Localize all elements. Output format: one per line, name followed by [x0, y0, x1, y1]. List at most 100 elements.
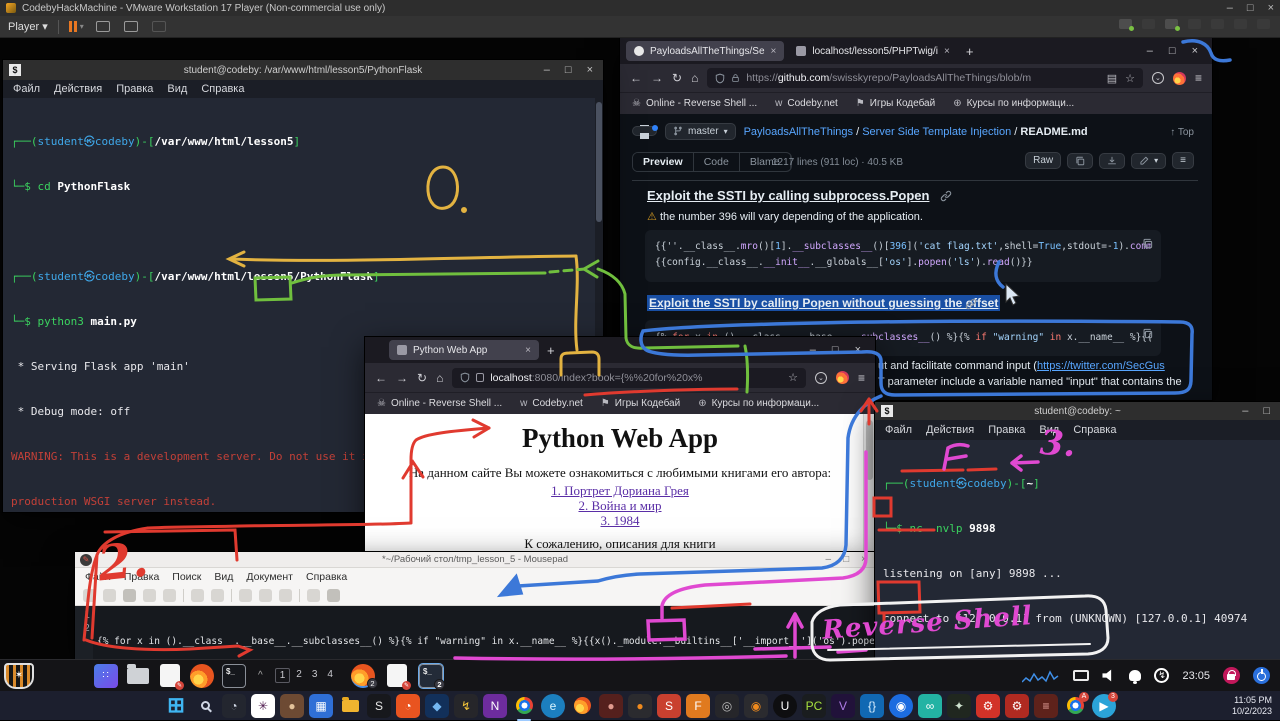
app-automation[interactable]: ↯ [454, 694, 478, 718]
window-minimize-button[interactable]: – [544, 64, 550, 76]
link-icon[interactable] [940, 190, 952, 202]
window-close-button[interactable]: × [861, 554, 867, 565]
window-maximize-button[interactable]: □ [565, 64, 572, 76]
copy-icon[interactable] [1142, 328, 1153, 339]
sidebar-toggle-button[interactable] [632, 126, 657, 136]
pause-dropdown-icon[interactable]: ▾ [80, 22, 84, 31]
power-manager-icon[interactable]: ↯ [1154, 668, 1169, 683]
sublime-text[interactable]: S [657, 694, 681, 718]
volume-icon[interactable] [1102, 669, 1116, 683]
menu-item[interactable]: Правка [124, 571, 159, 583]
forward-icon[interactable]: → [396, 371, 408, 385]
view-tab[interactable]: Code [694, 153, 740, 171]
bookmark-item[interactable]: ⚑Игры Кодебай [856, 98, 935, 109]
bookmark-item[interactable]: ⊕Курсы по информаци... [698, 398, 819, 409]
app-stripes[interactable]: ≡ [1034, 694, 1058, 718]
app-f[interactable]: F [686, 694, 710, 718]
new-file-icon[interactable] [83, 589, 96, 602]
bookmark-star-icon[interactable]: ☆ [1125, 72, 1135, 85]
visual-studio[interactable]: V [831, 694, 855, 718]
new-tab-button[interactable]: + [547, 343, 555, 358]
window-titlebar[interactable]: $ student@codeby: /var/www/html/lesson5/… [3, 60, 603, 80]
tab-close-icon[interactable]: × [771, 46, 777, 57]
link-icon[interactable] [965, 298, 977, 310]
edge[interactable]: e [541, 694, 565, 718]
window-close-button[interactable]: × [1192, 45, 1198, 57]
open-file-icon[interactable] [103, 589, 116, 602]
lock-screen-icon[interactable] [1223, 667, 1240, 684]
app-menu-icon[interactable]: ≡ [858, 371, 865, 385]
paste-icon[interactable] [279, 589, 292, 602]
cd-device-icon[interactable] [1142, 19, 1155, 29]
view-tab[interactable]: Preview [633, 153, 694, 171]
bookmark-item[interactable]: ☠Online - Reverse Shell ... [632, 98, 757, 109]
send-ctrl-alt-del-button[interactable] [96, 21, 110, 32]
menu-item[interactable]: Правка [988, 424, 1025, 436]
fl-studio[interactable]: ● [628, 694, 652, 718]
vm-clock[interactable]: 23:05 [1182, 670, 1210, 682]
file-explorer[interactable] [338, 694, 362, 718]
shield-icon[interactable] [460, 372, 470, 383]
chevron-up-icon[interactable]: ^ [258, 670, 263, 681]
workspace[interactable]: 1 [275, 668, 291, 683]
menu-item[interactable]: Вид [214, 571, 233, 583]
hdd-device-icon[interactable] [1119, 19, 1132, 29]
menu-item[interactable]: Справка [306, 571, 347, 583]
virtualbox[interactable]: ◆ [425, 694, 449, 718]
branch-selector[interactable]: master ▾ [665, 123, 736, 140]
fullscreen-button[interactable] [124, 21, 138, 32]
firefox-account-icon[interactable] [836, 371, 849, 384]
save-icon[interactable] [123, 589, 136, 602]
menu-item[interactable]: Действия [926, 424, 974, 436]
download-button[interactable] [1099, 153, 1125, 169]
replace-icon[interactable] [327, 589, 340, 602]
pocket-icon[interactable]: ⌄ [815, 372, 827, 384]
tab-localhost-phptwig[interactable]: localhost/lesson5/PHPTwig/i × [788, 41, 957, 61]
app-calendar[interactable]: ▦ [309, 694, 333, 718]
window-close-button[interactable]: × [855, 344, 861, 356]
workspace[interactable]: 2 [292, 668, 306, 683]
search-icon[interactable] [193, 694, 217, 718]
app-red-gear[interactable]: ⚙ [976, 694, 1000, 718]
scrollbar[interactable] [863, 414, 875, 568]
book-link[interactable]: 3. 1984 [365, 513, 875, 528]
menu-item[interactable]: Поиск [172, 571, 201, 583]
cut-icon[interactable] [239, 589, 252, 602]
home-icon[interactable]: ⌂ [436, 371, 443, 385]
undo-icon[interactable] [191, 589, 204, 602]
menu-item[interactable]: Справка [201, 83, 244, 95]
bookmark-item[interactable]: wCodeby.net [775, 98, 838, 109]
vscode[interactable]: {} [860, 694, 884, 718]
player-menu[interactable]: Player ▾ [8, 20, 48, 33]
editor[interactable]: 12 {% for x in ().__class__.__base__.__s… [75, 606, 875, 660]
terminal-launcher-icon[interactable]: $_ [222, 664, 246, 688]
bookmark-item[interactable]: ⊕Курсы по информаци... [953, 98, 1074, 109]
window-titlebar[interactable]: $ student@codeby: ~ – □ [875, 402, 1280, 420]
menu-item[interactable]: Файл [885, 424, 912, 436]
tab-payloadsallthethings[interactable]: PayloadsAllTheThings/Se × [626, 41, 784, 61]
window-minimize-button[interactable]: – [810, 344, 816, 356]
firefox[interactable] [570, 694, 594, 718]
back-to-top-link[interactable]: ↑ Top [1170, 127, 1194, 138]
tab-close-icon[interactable]: × [525, 345, 531, 356]
menu-item[interactable]: Действия [54, 83, 102, 95]
mousepad-launcher-icon[interactable]: ✎ [158, 664, 182, 688]
menu-item[interactable]: Документ [246, 571, 293, 583]
firefox-launcher-icon[interactable] [190, 664, 214, 688]
app-slack[interactable]: ✳ [251, 694, 275, 718]
chrome-profile[interactable]: A [1063, 694, 1087, 718]
url-bar[interactable]: https://github.com/swisskyrepo/PayloadsA… [707, 68, 1143, 88]
twitter-link[interactable]: https://twitter.com/SecGus [1037, 360, 1165, 372]
unreal-engine[interactable]: U [773, 694, 797, 718]
app-menu-icon[interactable]: ≡ [1195, 71, 1202, 85]
chrome[interactable] [512, 694, 536, 718]
workspace[interactable]: 3 [308, 668, 322, 683]
app-notes[interactable]: S [367, 694, 391, 718]
app-finder-icon[interactable]: ∷ [94, 664, 118, 688]
copy-icon[interactable] [259, 589, 272, 602]
app-red-gear-2[interactable]: ⚙ [1005, 694, 1029, 718]
window-maximize-button[interactable]: □ [1169, 45, 1176, 57]
app-clock[interactable]: ◔ [396, 694, 420, 718]
bookmark-item[interactable]: ☠Online - Reverse Shell ... [377, 398, 502, 409]
reload-icon[interactable]: ↻ [417, 371, 427, 385]
